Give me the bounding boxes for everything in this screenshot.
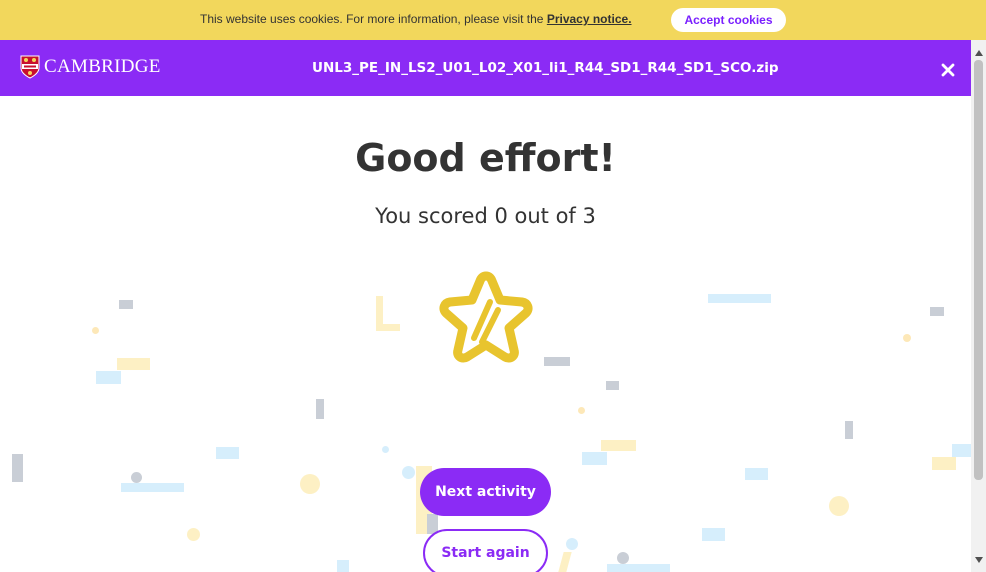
confetti-piece xyxy=(932,457,956,470)
privacy-notice-link[interactable]: Privacy notice. xyxy=(547,12,632,26)
cookie-message: This website uses cookies. For more info… xyxy=(200,12,632,26)
confetti-piece xyxy=(117,358,150,370)
confetti-piece xyxy=(121,483,184,492)
confetti-piece xyxy=(745,468,768,480)
star-icon xyxy=(439,271,533,363)
next-activity-button[interactable]: Next activity xyxy=(420,468,551,516)
confetti-piece xyxy=(402,466,415,479)
confetti-piece xyxy=(376,324,400,331)
confetti-piece xyxy=(578,407,585,414)
result-heading: Good effort! xyxy=(355,136,616,180)
cookie-text: This website uses cookies. For more info… xyxy=(200,12,547,26)
confetti-piece xyxy=(92,327,99,334)
close-icon xyxy=(941,63,955,77)
confetti-piece xyxy=(131,472,142,483)
scroll-up-arrow[interactable] xyxy=(971,45,986,60)
confetti-piece xyxy=(601,440,636,451)
scroll-down-arrow[interactable] xyxy=(971,552,986,567)
score-text: You scored 0 out of 3 xyxy=(375,204,596,228)
confetti-piece xyxy=(119,300,133,309)
confetti-piece xyxy=(544,357,570,366)
app-header: CAMBRIDGE UNL3_PE_IN_LS2_U01_L02_X01_li1… xyxy=(0,40,971,96)
accept-cookies-button[interactable]: Accept cookies xyxy=(671,8,786,32)
confetti-piece xyxy=(930,307,944,316)
confetti-piece xyxy=(216,447,239,459)
confetti-piece xyxy=(606,381,619,390)
confetti-piece xyxy=(702,528,725,541)
cookie-banner: This website uses cookies. For more info… xyxy=(0,0,986,40)
confetti-piece xyxy=(566,538,578,550)
confetti-piece xyxy=(607,564,670,572)
result-panel: Good effort! You scored 0 out of 3 Next … xyxy=(0,96,971,572)
logo-text: CAMBRIDGE xyxy=(44,56,161,77)
scrollbar-thumb[interactable] xyxy=(974,60,983,480)
confetti-piece xyxy=(582,452,607,465)
confetti-piece xyxy=(903,334,911,342)
triangle-down-icon xyxy=(974,556,983,563)
confetti-piece xyxy=(558,552,572,572)
confetti-piece xyxy=(952,444,971,457)
confetti-piece xyxy=(12,454,23,482)
confetti-piece xyxy=(300,474,320,494)
start-again-button[interactable]: Start again xyxy=(423,529,548,572)
confetti-piece xyxy=(845,421,853,439)
confetti-piece xyxy=(337,560,349,572)
close-button[interactable] xyxy=(938,60,958,80)
vertical-scrollbar[interactable] xyxy=(971,40,986,572)
cambridge-logo: CAMBRIDGE xyxy=(20,55,161,79)
page-title: UNL3_PE_IN_LS2_U01_L02_X01_li1_R44_SD1_R… xyxy=(312,60,779,76)
confetti-piece xyxy=(617,552,629,564)
confetti-piece xyxy=(187,528,200,541)
confetti-piece xyxy=(708,294,771,303)
confetti-piece xyxy=(829,496,849,516)
confetti-piece xyxy=(382,446,389,453)
cambridge-shield-icon xyxy=(20,55,40,79)
confetti-piece xyxy=(96,371,121,384)
triangle-up-icon xyxy=(974,49,983,56)
confetti-piece xyxy=(316,399,324,419)
